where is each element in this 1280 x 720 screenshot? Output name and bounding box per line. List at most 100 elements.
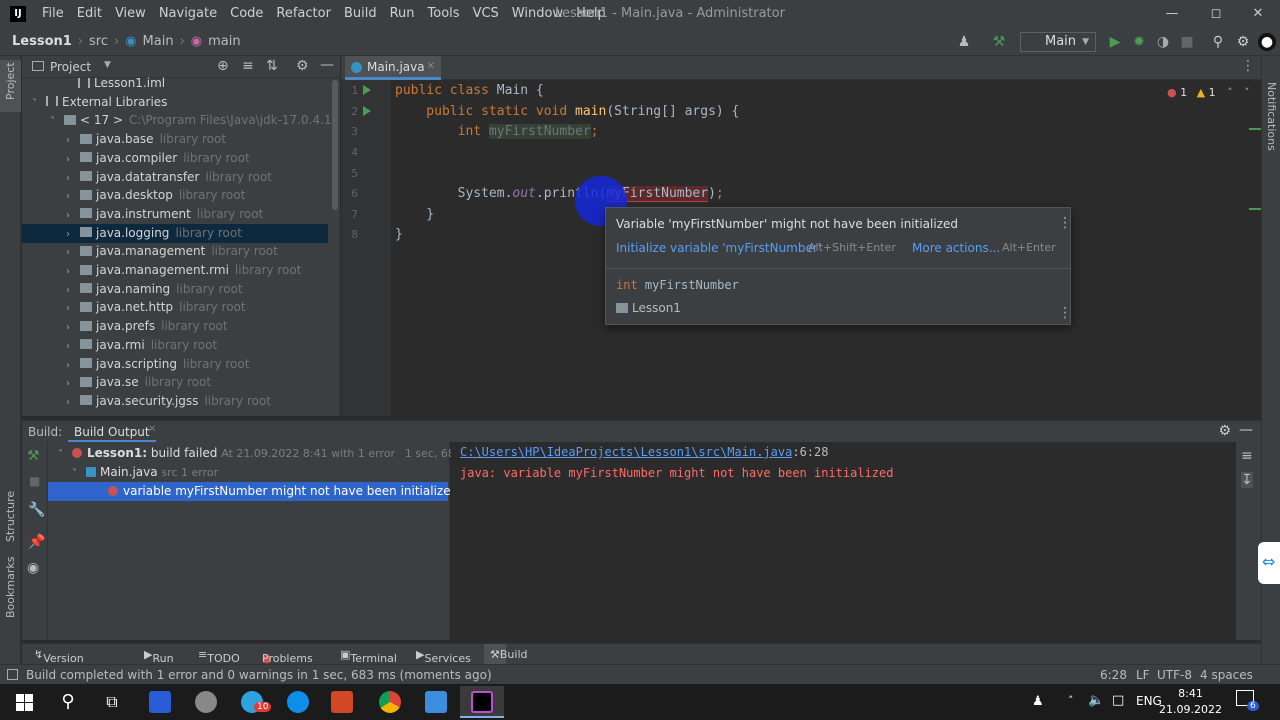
expand-all-icon[interactable]: ≡	[242, 58, 254, 74]
tree-item-module[interactable]: › java.naming library root	[22, 280, 328, 299]
stop-icon[interactable]: ■	[29, 474, 40, 488]
breadcrumb-src[interactable]: src	[89, 28, 108, 56]
project-tool-label[interactable]: Project	[4, 62, 17, 100]
save-app-icon[interactable]	[138, 686, 182, 718]
explorer-icon[interactable]	[414, 686, 458, 718]
chevron-right-icon[interactable]: ›	[66, 318, 80, 337]
gear-icon[interactable]: ⚙	[1234, 33, 1252, 51]
tab-todo[interactable]: ≡ TODO	[198, 648, 240, 665]
chevron-right-icon[interactable]: ›	[66, 281, 80, 300]
tree-item-module[interactable]: › java.instrument library root	[22, 205, 328, 224]
run-gutter-icon[interactable]	[363, 106, 371, 116]
tree-item-iml[interactable]: Lesson1.iml	[22, 74, 328, 93]
notification-center-icon[interactable]: 6	[1236, 690, 1259, 711]
tree-item-external-libraries[interactable]: ˅ External Libraries	[22, 93, 328, 112]
debug-icon[interactable]: ✹	[1130, 33, 1148, 51]
collapse-all-icon[interactable]: ⇅	[266, 58, 278, 74]
stop-icon[interactable]: ■	[1178, 33, 1196, 51]
network-icon[interactable]: □	[1112, 693, 1124, 708]
chevron-right-icon[interactable]: ›	[66, 131, 80, 150]
menu-navigate[interactable]: Navigate	[159, 0, 224, 28]
hammer-icon[interactable]: ⚒	[27, 448, 40, 464]
chevron-right-icon[interactable]: ›	[66, 150, 80, 169]
chrome-icon[interactable]	[368, 686, 412, 718]
minimize-icon[interactable]: —	[1150, 0, 1194, 28]
inspection-widget[interactable]: ● 1 ▲ 1 ˄ ˅	[1167, 86, 1250, 99]
menu-vcs[interactable]: VCS	[473, 0, 506, 28]
user-icon[interactable]: ♟	[955, 33, 973, 51]
chevron-right-icon[interactable]: ›	[66, 356, 80, 375]
intellij-taskbar-icon[interactable]	[460, 686, 504, 718]
status-message[interactable]: Build completed with 1 error and 0 warni…	[26, 668, 492, 682]
people-icon[interactable]: ♟	[1032, 694, 1044, 709]
chevron-down-icon[interactable]: ˅	[50, 112, 64, 131]
build-output-console[interactable]: C:\Users\HP\IdeaProjects\Lesson1\src\Mai…	[451, 442, 1235, 640]
menu-edit[interactable]: Edit	[77, 0, 109, 28]
toggle-tool-windows-icon[interactable]	[7, 669, 18, 680]
telegram-icon[interactable]: 10	[230, 686, 274, 718]
close-tab-icon[interactable]: ✕	[427, 56, 435, 78]
teamviewer-overlay-icon[interactable]: ⇔	[1258, 542, 1280, 584]
build-error-row[interactable]: variable myFirstNumber might not have be…	[48, 482, 474, 501]
project-scrollbar[interactable]	[332, 80, 338, 210]
volume-icon[interactable]: 🔈	[1088, 693, 1104, 708]
chevron-right-icon[interactable]: ›	[66, 262, 80, 281]
settings-app-icon[interactable]	[184, 686, 228, 718]
initialize-variable-link[interactable]: Initialize variable 'myFirstNumber'	[616, 241, 821, 255]
pin-icon[interactable]: 📌	[28, 534, 45, 550]
menu-tools[interactable]: Tools	[428, 0, 467, 28]
chevron-up-icon[interactable]: ˄	[1227, 86, 1233, 99]
chevron-down-icon[interactable]: ˅	[32, 94, 46, 113]
close-tab-icon[interactable]: ✕	[148, 424, 156, 435]
project-panel-title[interactable]: Project	[50, 60, 91, 74]
chevron-right-icon[interactable]: ›	[66, 374, 80, 393]
chevron-right-icon[interactable]: ›	[66, 337, 80, 356]
locate-icon[interactable]: ⊕	[217, 58, 229, 74]
tree-item-module[interactable]: › java.base library root	[22, 130, 328, 149]
chevron-down-icon[interactable]: ▼	[104, 60, 111, 70]
tree-item-module[interactable]: › java.se library root	[22, 373, 328, 392]
tab-build[interactable]: ⚒ Build	[484, 644, 528, 666]
menu-view[interactable]: View	[115, 0, 153, 28]
gear-icon[interactable]: ⚙	[296, 58, 309, 74]
build-root-row[interactable]: ˅ Lesson1: build failed At 21.09.2022 8:4…	[58, 444, 482, 463]
breadcrumb-class[interactable]: Main	[143, 28, 174, 56]
output-file-link[interactable]: C:\Users\HP\IdeaProjects\Lesson1\src\Mai…	[460, 445, 792, 459]
chevron-right-icon[interactable]: ›	[66, 225, 80, 244]
chevron-right-icon[interactable]: ›	[66, 243, 80, 262]
hide-panel-icon[interactable]: —	[320, 57, 334, 73]
chevron-right-icon[interactable]: ›	[66, 299, 80, 318]
tree-item-module[interactable]: › java.management.rmi library root	[22, 261, 328, 280]
tree-item-module[interactable]: › java.prefs library root	[22, 317, 328, 336]
chevron-right-icon[interactable]: ›	[66, 187, 80, 206]
tab-terminal[interactable]: ▣ Terminal	[340, 648, 397, 665]
tree-item-jdk[interactable]: ˅ < 17 > C:\Program Files\Java\jdk-17.0.4.…	[22, 111, 332, 131]
run-icon[interactable]: ▶	[1106, 33, 1124, 51]
close-icon[interactable]: ✕	[1236, 0, 1280, 28]
tree-item-module[interactable]: › java.logging library root	[22, 223, 328, 244]
hide-panel-icon[interactable]: —	[1239, 422, 1253, 438]
tree-item-module[interactable]: › java.net.http library root	[22, 298, 328, 317]
chevron-right-icon[interactable]: ›	[66, 169, 80, 188]
coverage-icon[interactable]: ◑	[1154, 33, 1172, 51]
menu-run[interactable]: Run	[390, 0, 422, 28]
tree-item-module[interactable]: › java.management library root	[22, 242, 328, 261]
more-actions-link[interactable]: More actions...	[912, 241, 1000, 255]
breadcrumb-project[interactable]: Lesson1	[12, 28, 72, 56]
caret-position[interactable]: 6:28	[1100, 668, 1127, 682]
more-vertical-icon[interactable]: ⋮	[1058, 216, 1072, 230]
indent-setting[interactable]: 4 spaces	[1200, 668, 1253, 682]
build-file-row[interactable]: ˅ Main.java src 1 error	[72, 463, 218, 482]
structure-tool-label[interactable]: Structure	[4, 491, 17, 542]
menu-code[interactable]: Code	[230, 0, 270, 28]
task-view-icon[interactable]: ⧉	[90, 686, 134, 718]
system-clock[interactable]: 8:41 21.09.2022	[1159, 686, 1222, 718]
tab-version-control[interactable]: ↯ Version Control	[34, 648, 84, 678]
soft-wrap-icon[interactable]: ≡	[1241, 448, 1253, 464]
gear-icon[interactable]: ⚙	[1218, 423, 1231, 439]
line-separator[interactable]: LF	[1136, 668, 1150, 682]
scroll-to-end-icon[interactable]: ↧	[1241, 472, 1253, 488]
breadcrumb-method[interactable]: main	[208, 28, 240, 56]
more-vertical-icon[interactable]: ⋮	[1241, 58, 1255, 74]
notifications-tool-label[interactable]: Notifications	[1265, 82, 1278, 151]
